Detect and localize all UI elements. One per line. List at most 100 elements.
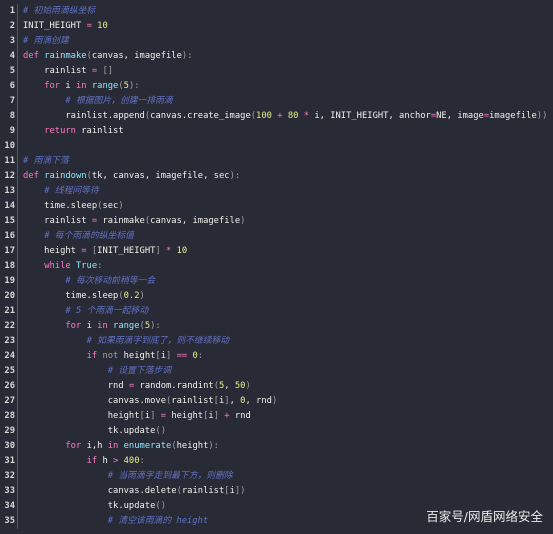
line-number: 21 xyxy=(0,304,18,319)
code-text-token: i xyxy=(65,81,76,91)
line-number: 26 xyxy=(0,379,18,394)
line-code: for i in range(5): xyxy=(23,319,160,334)
code-text-token: random.randint xyxy=(134,381,214,391)
code-text-token: height xyxy=(123,351,156,361)
code-line[interactable]: 16 # 每个雨滴的纵坐标值 xyxy=(0,229,553,244)
code-line[interactable]: 13 # 线程间等待 xyxy=(0,184,553,199)
code-text-token: tk.update xyxy=(23,501,156,511)
code-line[interactable]: 29 tk.update() xyxy=(0,424,553,439)
line-code: height = [INIT_HEIGHT] * 10 xyxy=(23,244,187,259)
code-line[interactable]: 22 for i in range(5): xyxy=(0,319,553,334)
line-code: rainlist = [] xyxy=(23,64,113,79)
comment-token: # 线程间等待 xyxy=(44,186,99,196)
line-number: 29 xyxy=(0,424,18,439)
line-number: 1 xyxy=(0,4,18,19)
code-line[interactable]: 24 if not height[i] == 0: xyxy=(0,349,553,364)
punctuation-token: : xyxy=(97,261,103,271)
keyword-token: in xyxy=(97,321,114,331)
code-line[interactable]: 9 return rainlist xyxy=(0,124,553,139)
line-code: if not height[i] == 0: xyxy=(23,349,204,364)
line-number: 25 xyxy=(0,364,18,379)
keyword-token: in xyxy=(75,81,92,91)
line-number: 32 xyxy=(0,469,18,484)
keyword-token: def xyxy=(23,171,45,181)
code-line[interactable]: 26 rnd = random.randint(5, 50) xyxy=(0,379,553,394)
code-text-token: height xyxy=(176,441,209,451)
line-number: 15 xyxy=(0,214,18,229)
code-text-token: i xyxy=(86,321,98,331)
line-number: 10 xyxy=(0,139,18,154)
punctuation-token: ): xyxy=(208,441,219,451)
code-line[interactable]: 15 rainlist = rainmake(canvas, imagefile… xyxy=(0,214,553,229)
code-line[interactable]: 32 # 当雨滴字走到最下方，则删除 xyxy=(0,469,553,484)
code-line[interactable]: 20 time.sleep(0.2) xyxy=(0,289,553,304)
line-code: tk.update() xyxy=(23,499,166,514)
code-line[interactable]: 11 # 雨滴下落 xyxy=(0,154,553,169)
line-number: 34 xyxy=(0,499,18,514)
comment-token: # 雨滴下落 xyxy=(23,156,69,166)
code-line[interactable]: 2 INIT_HEIGHT = 10 xyxy=(0,19,553,34)
code-text-token: canvas, imagefile xyxy=(150,216,241,226)
function-name-token: enumerate xyxy=(123,441,172,451)
line-code: rainlist.append(canvas.create_image(100 … xyxy=(23,109,547,124)
code-text-token: time.sleep xyxy=(23,201,98,211)
line-number: 3 xyxy=(0,34,18,49)
line-code: return rainlist xyxy=(23,124,123,139)
line-number: 22 xyxy=(0,319,18,334)
number-token: 10 xyxy=(97,21,108,31)
code-line[interactable]: 27 canvas.move(rainlist[i], 0, rnd) xyxy=(0,394,553,409)
operator-token: = xyxy=(155,411,172,421)
function-name-token: raindown xyxy=(44,171,87,181)
punctuation-token: ) xyxy=(245,381,251,391)
line-code: # 每个雨滴的纵坐标值 xyxy=(23,229,134,244)
code-text-token: i,h xyxy=(86,441,108,451)
line-code: rainlist = rainmake(canvas, imagefile) xyxy=(23,214,245,229)
comment-token: # 初始雨滴纵坐标 xyxy=(23,6,96,16)
code-line[interactable]: 10 xyxy=(0,139,553,154)
code-text-token: rainlist xyxy=(181,486,225,496)
code-text-token: h xyxy=(102,456,114,466)
code-line[interactable]: 21 # 5 个雨滴一起移动 xyxy=(0,304,553,319)
code-line[interactable]: 8 rainlist.append(canvas.create_image(10… xyxy=(0,109,553,124)
line-code: while True: xyxy=(23,259,102,274)
code-line[interactable]: 4 def rainmake(canvas, imagefile): xyxy=(0,49,553,64)
punctuation-token: )) xyxy=(536,111,548,121)
operator-token: * xyxy=(160,246,177,256)
line-code: # 每次移动前稍等一会 xyxy=(23,274,155,289)
code-line[interactable]: 17 height = [INIT_HEIGHT] * 10 xyxy=(0,244,553,259)
code-line[interactable]: 23 # 如果雨滴字到底了，则不继续移动 xyxy=(0,334,553,349)
line-code: # 如果雨滴字到底了，则不继续移动 xyxy=(23,334,230,349)
operator-token: > xyxy=(113,456,124,466)
number-token: 50 xyxy=(234,381,246,391)
function-name-token: range xyxy=(91,81,119,91)
code-editor[interactable]: 1 # 初始雨滴纵坐标 2 INIT_HEIGHT = 10 3 # 雨滴创建 4 def r… xyxy=(0,4,553,529)
punctuation-token: ) xyxy=(240,216,246,226)
code-line[interactable]: 25 # 设置下落步调 xyxy=(0,364,553,379)
code-line[interactable]: 6 for i in range(5): xyxy=(0,79,553,94)
code-line[interactable]: 18 while True: xyxy=(0,259,553,274)
keyword-token: for xyxy=(44,81,66,91)
code-line[interactable]: 30 for i,h in enumerate(height): xyxy=(0,439,553,454)
code-line[interactable]: 3 # 雨滴创建 xyxy=(0,34,553,49)
code-line[interactable]: 5 rainlist = [] xyxy=(0,64,553,79)
code-line[interactable]: 12 def raindown(tk, canvas, imagefile, se… xyxy=(0,169,553,184)
code-line[interactable]: 14 time.sleep(sec) xyxy=(0,199,553,214)
line-code: if h > 400: xyxy=(23,454,145,469)
line-number: 31 xyxy=(0,454,18,469)
punctuation-token: [ xyxy=(86,246,98,256)
code-line[interactable]: 7 # 根据图片，创建一排雨滴 xyxy=(0,94,553,109)
code-line[interactable]: 1 # 初始雨滴纵坐标 xyxy=(0,4,553,19)
code-text-token: height xyxy=(171,411,204,421)
code-line[interactable]: 19 # 每次移动前稍等一会 xyxy=(0,274,553,289)
line-code: time.sleep(sec) xyxy=(23,199,123,214)
line-code: # 雨滴下落 xyxy=(23,154,69,169)
code-line[interactable]: 31 if h > 400: xyxy=(0,454,553,469)
line-number: 18 xyxy=(0,259,18,274)
code-line[interactable]: 33 canvas.delete(rainlist[i]) xyxy=(0,484,553,499)
code-line[interactable]: 28 height[i] = height[i] + rnd xyxy=(0,409,553,424)
